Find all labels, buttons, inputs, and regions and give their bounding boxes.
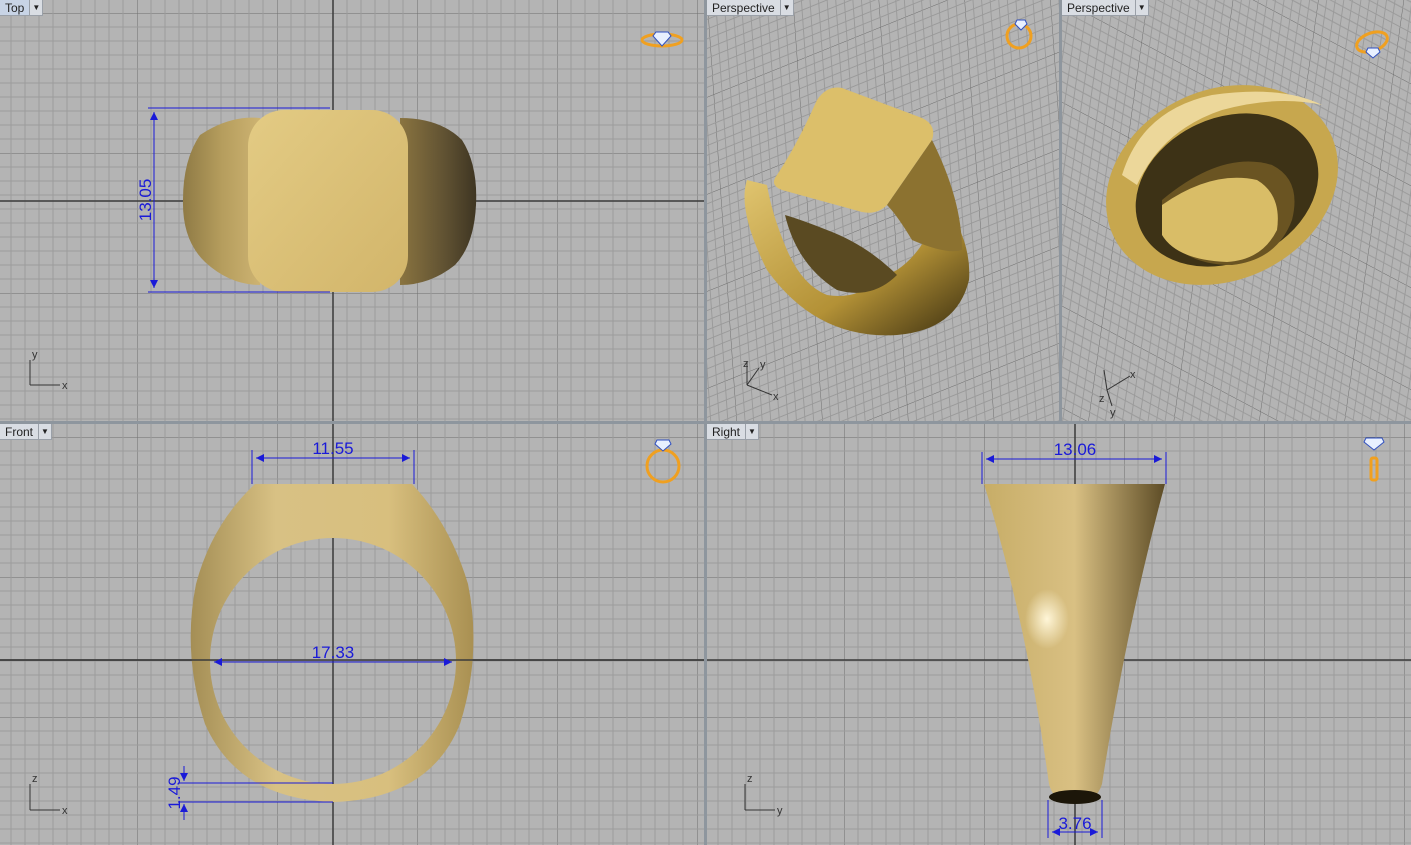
viewport-perspective-1[interactable]: Perspective ▼ x y z (707, 0, 1059, 421)
dimension-height-label: 13.05 (136, 179, 155, 222)
viewport-title[interactable]: Right (707, 424, 747, 440)
axis-y-label: y (760, 359, 766, 371)
viewport-title[interactable]: Perspective (1062, 0, 1136, 16)
dimension-shank-thickness-label: 1.49 (165, 776, 184, 809)
dimension-inner-diameter-label: 17.33 (312, 643, 355, 662)
viewport-title[interactable]: Front (0, 424, 40, 440)
perspective-1-canvas[interactable]: x y z (707, 0, 1059, 421)
viewport-menu-chevron-icon[interactable]: ▼ (1135, 0, 1149, 16)
viewport-perspective-2[interactable]: Perspective ▼ x y z (1062, 0, 1411, 421)
viewport-menu-chevron-icon[interactable]: ▼ (39, 424, 53, 440)
dimension-bottom-width-label: 3.76 (1058, 814, 1091, 833)
viewport-right[interactable]: Right ▼ 13.06 3.76 y z (707, 424, 1411, 845)
dimension-top-width-label: 13.06 (1054, 440, 1097, 459)
right-view-canvas[interactable]: 13.06 3.76 y z (707, 424, 1411, 845)
axis-z-label: z (747, 773, 753, 785)
viewport-menu-chevron-icon[interactable]: ▼ (780, 0, 794, 16)
axis-y-label: y (777, 805, 783, 817)
front-view-canvas[interactable]: 11.55 17.33 1.49 x z (0, 424, 704, 845)
axis-x-label: x (62, 380, 68, 392)
top-view-canvas[interactable]: 13.05 x y (0, 0, 704, 421)
viewport-title-bar[interactable]: Top ▼ (0, 0, 44, 16)
axis-z-label: z (32, 773, 38, 785)
viewport-title-bar[interactable]: Front ▼ (0, 424, 53, 440)
viewport-top[interactable]: Top ▼ 13.05 x y (0, 0, 704, 421)
axis-x-label: x (62, 805, 68, 817)
perspective-2-canvas[interactable]: x y z (1062, 0, 1411, 421)
viewport-title-bar[interactable]: Right ▼ (707, 424, 760, 440)
viewport-title-bar[interactable]: Perspective ▼ (1062, 0, 1149, 16)
viewport-front[interactable]: Front ▼ 11.55 17.33 1.49 x z (0, 424, 704, 845)
viewport-menu-chevron-icon[interactable]: ▼ (30, 0, 44, 16)
viewport-menu-chevron-icon[interactable]: ▼ (746, 424, 760, 440)
dimension-top-width-label: 11.55 (312, 439, 353, 458)
viewport-title-bar[interactable]: Perspective ▼ (707, 0, 794, 16)
axis-y-label: y (1110, 407, 1116, 419)
viewport-title[interactable]: Perspective (707, 0, 781, 16)
viewport-title[interactable]: Top (0, 0, 31, 16)
axis-x-label: x (1130, 369, 1136, 381)
axis-z-label: z (1099, 393, 1105, 405)
axis-z-label: z (743, 358, 749, 370)
ring-top-shape[interactable] (182, 110, 477, 292)
axis-x-label: x (773, 391, 779, 403)
axis-y-label: y (32, 349, 38, 361)
